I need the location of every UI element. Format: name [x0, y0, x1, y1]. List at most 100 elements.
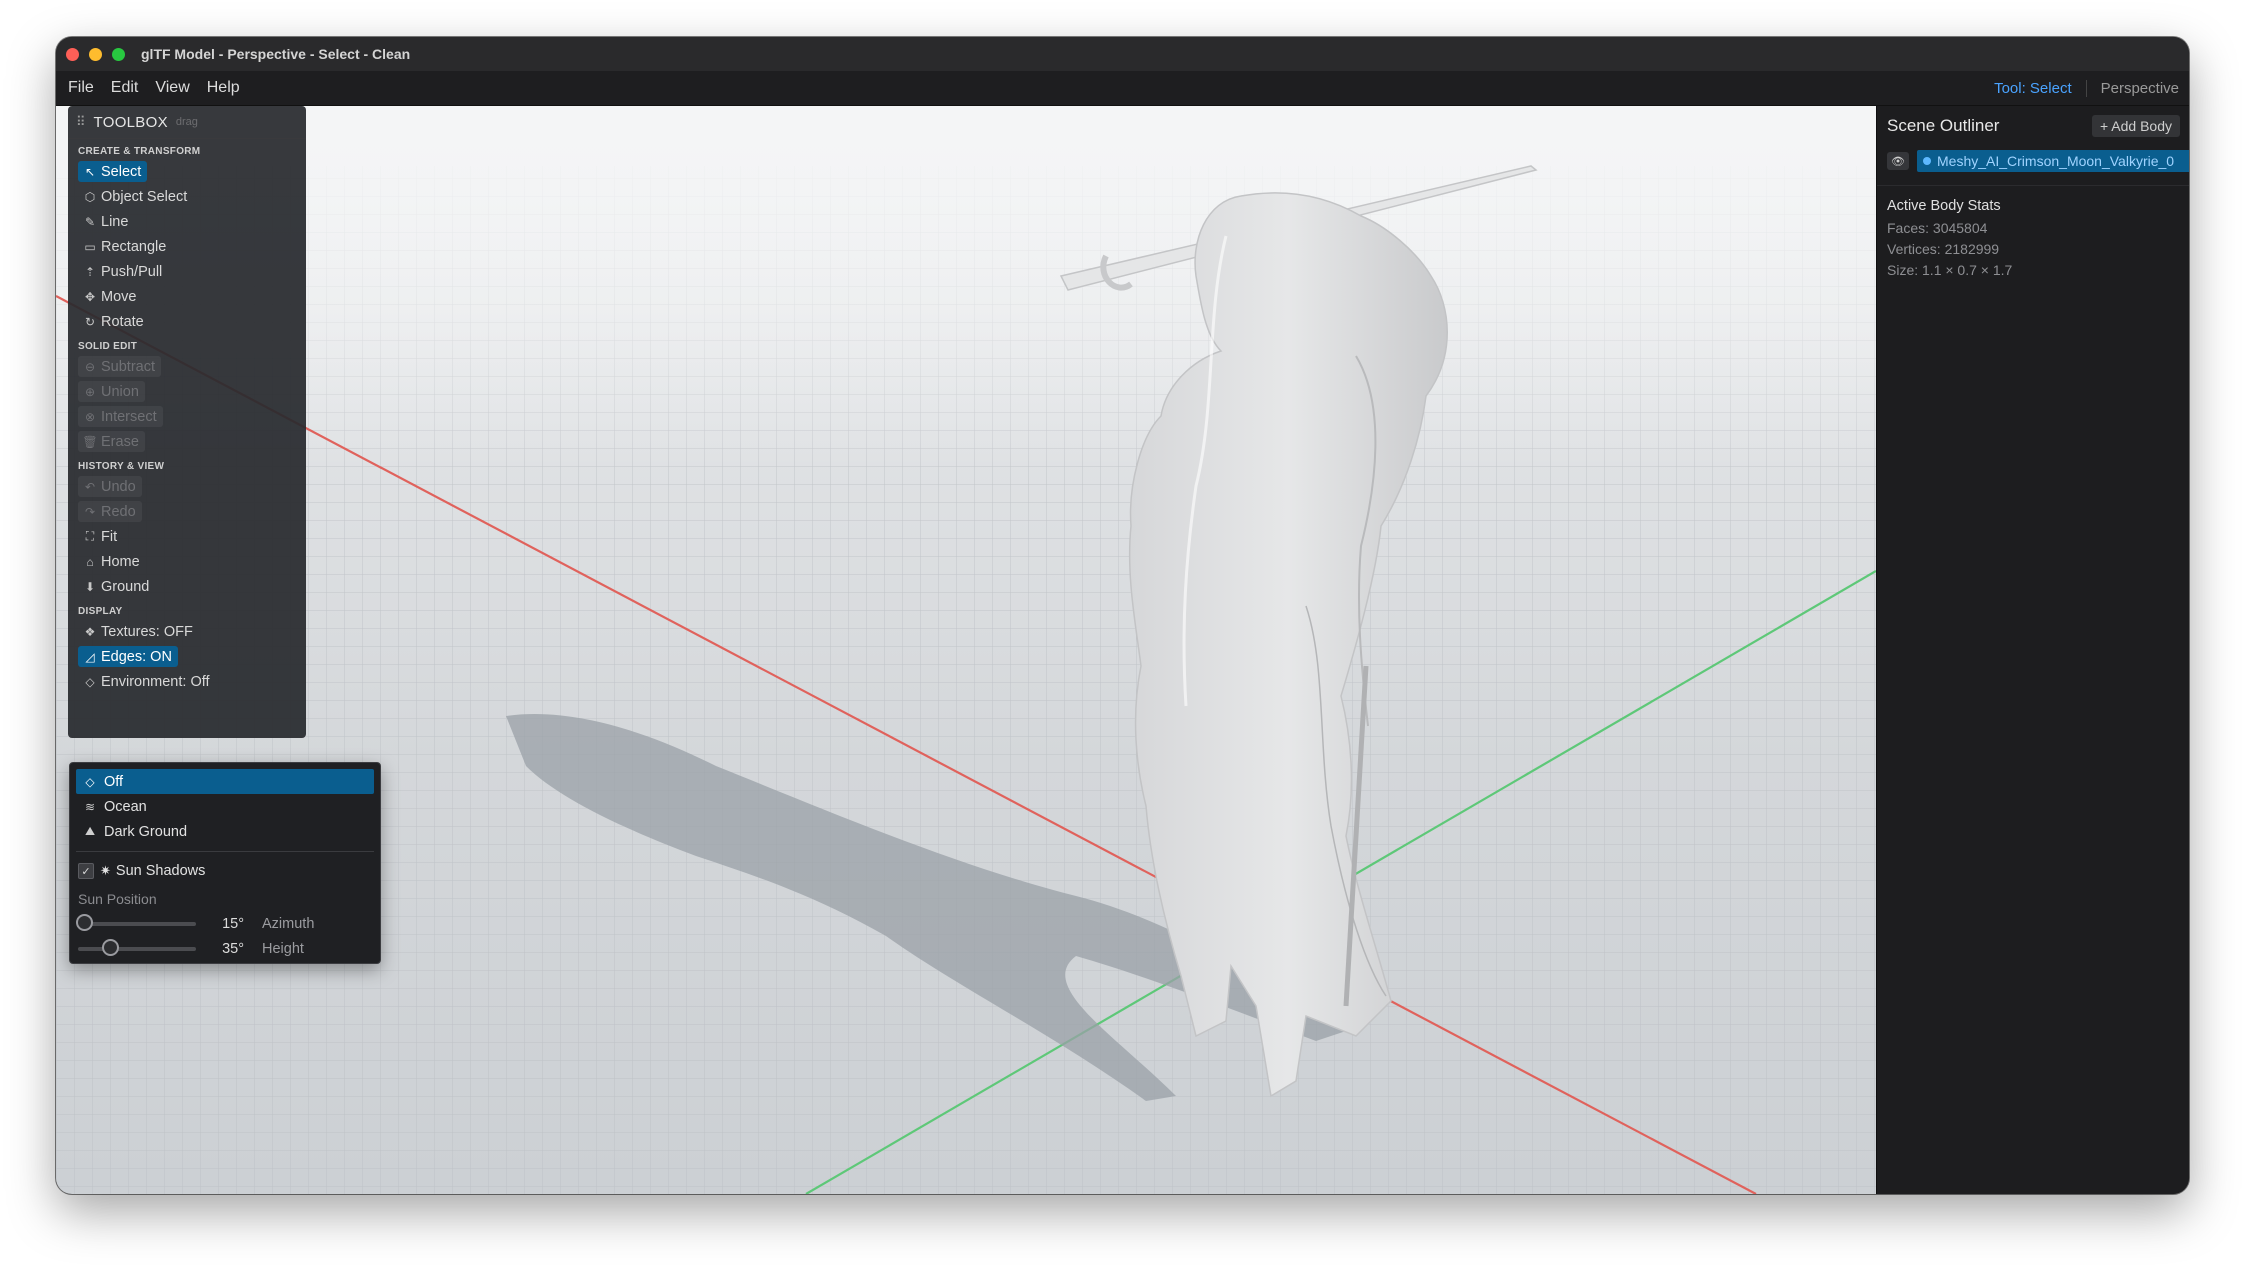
tool-erase-button[interactable]: 🗑 Erase — [78, 429, 306, 454]
zoom-window-button[interactable] — [112, 47, 125, 61]
close-window-button[interactable] — [66, 47, 79, 61]
toolbox-header[interactable]: ⠿ TOOLBOX drag — [68, 106, 306, 139]
azimuth-slider-row: 15° Azimuth — [75, 911, 380, 936]
viewport-scene — [56, 106, 1876, 1194]
menu-file[interactable]: File — [68, 79, 94, 97]
tool-pill: ↖ Select — [78, 161, 148, 182]
minimize-window-button[interactable] — [89, 47, 102, 61]
tool-environment-button[interactable]: ◇ Environment: Off — [78, 669, 306, 694]
sun-shadows-checkbox[interactable]: ✓ — [78, 863, 94, 879]
sun-shadows-label: Sun Shadows — [115, 863, 206, 879]
toolbox-section-title: DISPLAY — [78, 606, 123, 617]
tool-select-button[interactable]: ↖ Select — [78, 159, 306, 184]
tool-move-button[interactable]: ✥ Move — [78, 284, 306, 309]
tool-pill: ⊗ Intersect — [78, 406, 163, 427]
tool-pill: ⊖ Subtract — [78, 356, 161, 377]
environment-option-label: Dark Ground — [104, 823, 188, 840]
tool-pill: ✥ Move — [78, 286, 142, 307]
tool-fit-button[interactable]: ⛶ Fit — [78, 524, 306, 549]
outliner-body-row[interactable]: 👁 Meshy_AI_Crimson_Moon_Valkyrie_0 — [1877, 149, 2189, 173]
environment-option-off[interactable]: ◇ Off — [76, 769, 374, 794]
environment-option-dark-ground[interactable]: ⛰ Dark Ground — [76, 819, 374, 844]
push-pull-icon: ⇡ — [84, 264, 96, 279]
tool-union-button[interactable]: ⊕ Union — [78, 379, 306, 404]
tool-pill: ✎ Line — [78, 211, 134, 232]
outliner-title: Scene Outliner — [1887, 116, 2000, 135]
environment-option-ocean[interactable]: ≋ Ocean — [76, 794, 374, 819]
menu-view[interactable]: View — [155, 79, 189, 97]
body-item[interactable]: Meshy_AI_Crimson_Moon_Valkyrie_0 — [1917, 150, 2189, 172]
3d-viewport[interactable]: ⠿ TOOLBOX drag CREATE & TRANSFORM ↖ Select… — [56, 106, 1876, 1194]
tool-rotate-button[interactable]: ↻ Rotate — [78, 309, 306, 334]
slider-knob[interactable] — [101, 938, 119, 956]
tool-label: Environment: Off — [101, 673, 210, 690]
tool-object-select-button[interactable]: ⬡ Object Select — [78, 184, 306, 209]
tool-ground-button[interactable]: ⬇ Ground — [78, 574, 306, 599]
tool-pill: ↶ Undo — [78, 476, 142, 497]
mountain-icon: ⛰ — [84, 824, 96, 838]
menu-bar: File Edit View Help Tool: Select Perspec… — [56, 71, 2189, 106]
tool-subtract-button[interactable]: ⊖ Subtract — [78, 354, 306, 379]
tool-pill: ⬡ Object Select — [78, 186, 193, 207]
add-body-button[interactable]: + Add Body — [2091, 115, 2180, 137]
drag-handle-icon[interactable]: ⠿ — [76, 114, 86, 130]
tool-label: Push/Pull — [101, 263, 163, 280]
trash-icon: 🗑 — [82, 434, 98, 449]
tool-status: Tool: Select — [1994, 79, 2087, 97]
edges-icon: ◿ — [85, 649, 95, 664]
height-slider[interactable] — [78, 938, 196, 956]
height-label: Height — [262, 940, 304, 957]
tool-pill: ⌂ Home — [78, 551, 146, 572]
tool-line-button[interactable]: ✎ Line — [78, 209, 306, 234]
toolbox-section-title: HISTORY & VIEW — [78, 461, 165, 472]
rotate-icon: ↻ — [84, 314, 96, 329]
pointer-icon: ↖ — [84, 164, 96, 179]
tool-edges-button[interactable]: ◿ Edges: ON — [78, 644, 306, 669]
tool-undo-button[interactable]: ↶ Undo — [78, 474, 306, 499]
tool-pill: ⛶ Fit — [78, 526, 123, 547]
tool-pill: ⊕ Union — [78, 381, 145, 402]
tool-label: Rectangle — [101, 238, 167, 255]
drag-hint: drag — [175, 116, 198, 128]
environment-dropdown[interactable]: ◇ Off ≋ Ocean ⛰ Dark Ground ✓ ✷ Sun Shadows S… — [69, 762, 381, 964]
tool-label: Move — [101, 288, 137, 305]
tool-label: Redo — [101, 503, 136, 520]
tool-label: Erase — [101, 433, 139, 450]
sun-shadows-toggle[interactable]: ✓ ✷ Sun Shadows — [78, 859, 380, 883]
body-size: Size: 1.1 × 0.7 × 1.7 — [1887, 262, 2013, 278]
rectangle-icon: ▭ — [84, 239, 96, 254]
tool-home-button[interactable]: ⌂ Home — [78, 549, 306, 574]
menu-edit[interactable]: Edit — [111, 79, 139, 97]
sun-position-label: Sun Position — [78, 891, 157, 907]
azimuth-slider[interactable] — [75, 913, 196, 931]
tool-redo-button[interactable]: ↷ Redo — [78, 499, 306, 524]
intersect-icon: ⊗ — [84, 409, 96, 424]
active-body-stats: Active Body Stats Faces: 3045804 Vertice… — [1887, 198, 2189, 281]
dropdown-divider — [76, 851, 374, 852]
slider-knob[interactable] — [75, 913, 93, 931]
tool-push-pull-button[interactable]: ⇡ Push/Pull — [78, 259, 306, 284]
height-slider-row: 35° Height — [78, 936, 380, 961]
body-name: Meshy_AI_Crimson_Moon_Valkyrie_0 — [1937, 153, 2175, 169]
tool-label: Undo — [101, 478, 136, 495]
status-area: Tool: Select Perspective — [1994, 79, 2179, 97]
undo-icon: ↶ — [84, 479, 96, 494]
wave-icon: ≋ — [84, 799, 96, 814]
toolbox-panel[interactable]: ⠿ TOOLBOX drag CREATE & TRANSFORM ↖ Select… — [68, 106, 306, 738]
home-icon: ⌂ — [86, 554, 94, 569]
tool-intersect-button[interactable]: ⊗ Intersect — [78, 404, 306, 429]
app-window: glTF Model - Perspective - Select - Clea… — [56, 37, 2189, 1194]
toolbox-title: TOOLBOX — [93, 113, 168, 131]
tool-rectangle-button[interactable]: ▭ Rectangle — [78, 234, 306, 259]
scene-outliner-panel: Scene Outliner + Add Body 👁 Meshy_AI_Cri… — [1876, 106, 2189, 1194]
outliner-divider — [1877, 185, 2189, 186]
redo-icon: ↷ — [84, 504, 96, 519]
visibility-eye-icon[interactable]: 👁 — [1887, 152, 1909, 170]
tool-textures-button[interactable]: ❖ Textures: OFF — [78, 619, 306, 644]
tool-label: Object Select — [101, 188, 188, 205]
tool-label: Ground — [101, 578, 150, 595]
tool-pill: ↻ Rotate — [78, 311, 150, 332]
toolbox-section-title: CREATE & TRANSFORM — [78, 146, 201, 157]
view-mode-status[interactable]: Perspective — [2087, 80, 2179, 97]
menu-help[interactable]: Help — [207, 79, 240, 97]
